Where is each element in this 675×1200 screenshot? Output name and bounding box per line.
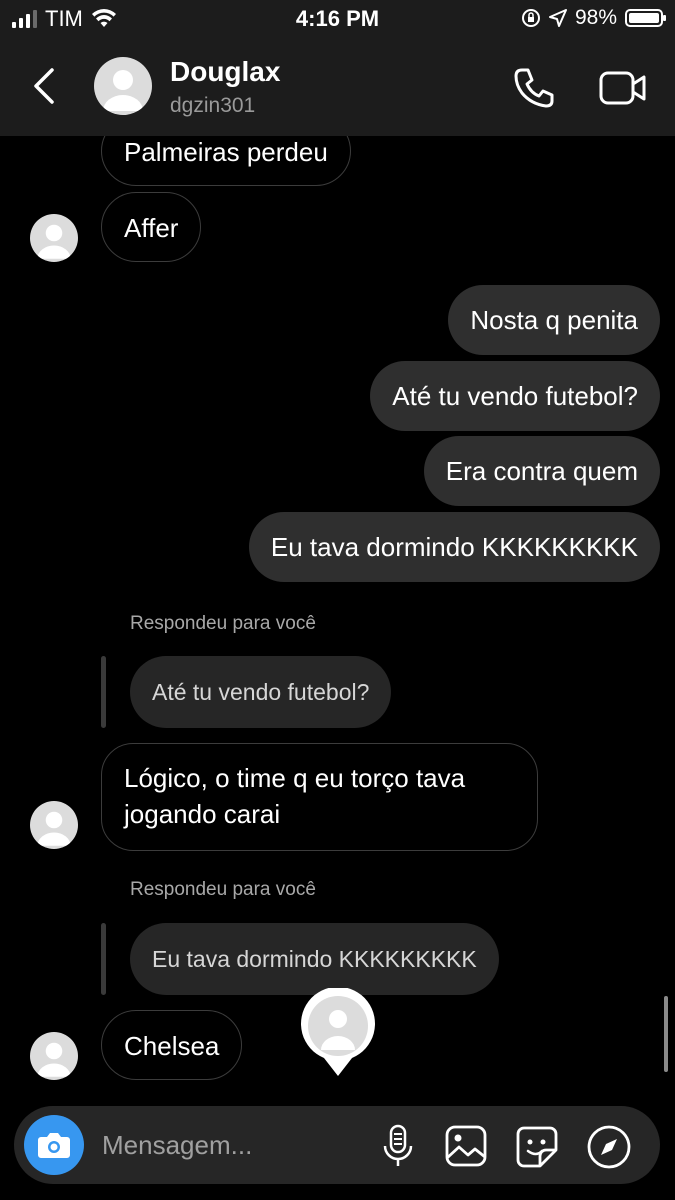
contact-name[interactable]: Douglax [170,56,280,88]
sender-avatar[interactable] [30,801,78,849]
message-outgoing[interactable]: Eu tava dormindo KKKKKKKKK [248,512,660,582]
orientation-lock-icon [521,9,540,27]
reply-quote[interactable]: Até tu vendo futebol? [130,656,392,728]
map-pin-avatar-icon[interactable] [300,988,376,1078]
message-composer[interactable]: Mensagem... [14,1106,660,1184]
contact-username[interactable]: dgzin301 [170,94,255,118]
status-bar: TIM 4:16 PM 98% [0,0,675,36]
message-input[interactable]: Mensagem... [102,1130,252,1161]
message-outgoing[interactable]: Até tu vendo futebol? [370,361,660,431]
reply-label: Respondeu para você [130,613,316,634]
contact-avatar[interactable] [94,57,152,115]
gallery-icon[interactable] [444,1124,488,1168]
message-incoming[interactable]: Lógico, o time q eu torço tava jogando c… [101,743,538,851]
message-incoming[interactable]: Palmeiras perdeu [101,136,351,186]
explore-compass-icon[interactable] [586,1124,632,1170]
sticker-icon[interactable] [514,1124,560,1170]
microphone-icon[interactable] [380,1124,416,1168]
message-list[interactable]: Palmeiras perdeu Affer Nosta q penita At… [0,136,675,1106]
phone-call-icon[interactable] [512,66,556,110]
chat-header: Douglax dgzin301 [0,36,675,136]
camera-button[interactable] [24,1115,84,1175]
avatar-silhouette-icon [37,224,71,259]
avatar-silhouette-icon [103,70,143,111]
sender-avatar[interactable] [30,1032,78,1080]
back-arrow-icon[interactable] [28,66,68,106]
status-right: 98% [521,6,666,30]
message-incoming[interactable]: Chelsea [101,1010,243,1080]
reply-quote-bar [101,656,106,728]
reply-quote[interactable]: Eu tava dormindo KKKKKKKKK [130,923,499,995]
sender-avatar[interactable] [30,214,78,262]
location-icon [548,9,567,27]
video-call-icon[interactable] [598,68,648,108]
scrollbar[interactable] [664,996,668,1072]
message-outgoing[interactable]: Nosta q penita [448,285,660,355]
message-incoming[interactable]: Affer [101,192,202,262]
battery-percent: 98% [574,6,617,29]
camera-icon [38,1133,70,1158]
reply-label: Respondeu para você [130,879,316,900]
avatar-silhouette-icon [37,811,71,846]
avatar-silhouette-icon [37,1042,71,1077]
battery-icon [625,9,666,27]
reply-quote-bar [101,923,106,995]
message-outgoing[interactable]: Era contra quem [423,436,660,506]
